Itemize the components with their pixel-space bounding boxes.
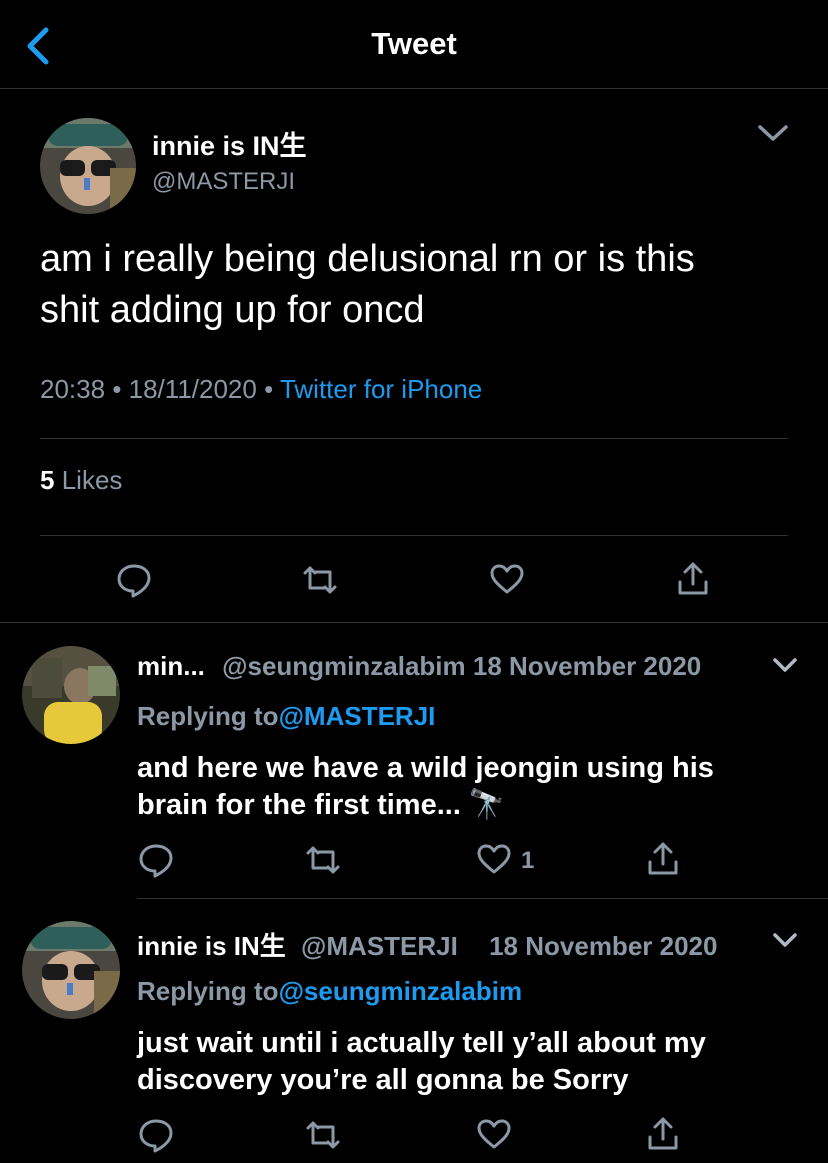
replying-label: Replying to bbox=[137, 701, 279, 731]
stats-divider bbox=[40, 535, 788, 536]
reply-text: just wait until i actually tell y’all ab… bbox=[137, 1025, 807, 1099]
retweet-icon bbox=[303, 566, 337, 594]
reply-avatar[interactable] bbox=[22, 646, 120, 744]
replying-mention-link[interactable]: @MASTERJI bbox=[279, 701, 436, 731]
likes-stat[interactable]: 5 Likes bbox=[40, 465, 122, 496]
avatar[interactable] bbox=[40, 118, 136, 214]
reply-like-count: 1 bbox=[521, 847, 535, 874]
reply-comment-button[interactable] bbox=[138, 1117, 174, 1153]
author-name[interactable]: innie is IN生 bbox=[152, 124, 307, 163]
tweet-date: 18/11/2020 bbox=[128, 374, 257, 404]
chevron-down-icon bbox=[773, 933, 797, 947]
replying-to: Replying to@MASTERJI bbox=[137, 701, 435, 732]
reply-text-line: discovery you’re all gonna be Sorry bbox=[137, 1064, 629, 1096]
reply-text-line: brain for the first time... 🔭 bbox=[137, 789, 506, 821]
reply-menu-button[interactable] bbox=[772, 931, 798, 949]
comment-icon bbox=[139, 1119, 173, 1153]
reply-text-line: just wait until i actually tell y’all ab… bbox=[137, 1027, 706, 1059]
page-title: Tweet bbox=[371, 26, 457, 61]
meta-divider bbox=[40, 438, 788, 439]
reply-author-handle[interactable]: @seungminzalabim bbox=[222, 651, 466, 681]
share-icon bbox=[648, 1117, 678, 1150]
reply-text: and here we have a wild jeongin using hi… bbox=[137, 750, 807, 824]
reply-like-button[interactable] bbox=[476, 843, 512, 875]
share-icon bbox=[648, 842, 678, 875]
replying-mention-link[interactable]: @seungminzalabim bbox=[279, 976, 523, 1006]
chevron-down-icon bbox=[773, 658, 797, 672]
retweet-icon bbox=[306, 1121, 340, 1149]
reply-divider bbox=[137, 898, 828, 899]
share-icon bbox=[678, 562, 708, 595]
author-handle[interactable]: @MASTERJI bbox=[152, 168, 295, 196]
reply-author-name[interactable]: min... bbox=[137, 651, 205, 681]
reply-header: min... @seungminzalabim 18 November 2020 bbox=[137, 651, 701, 682]
reply-date: 18 November 2020 bbox=[472, 651, 702, 681]
tweet-time: 20:38 bbox=[40, 374, 106, 404]
heart-icon bbox=[490, 564, 524, 594]
header-divider bbox=[0, 88, 828, 89]
like-button[interactable] bbox=[489, 563, 525, 595]
tweet-meta: 20:38 • 18/11/2020 • Twitter for iPhone bbox=[40, 374, 483, 404]
reply-share-button[interactable] bbox=[647, 840, 679, 876]
tweet-text-line: am i really being delusional rn or is th… bbox=[40, 238, 695, 280]
reply-share-button[interactable] bbox=[647, 1115, 679, 1151]
comment-icon bbox=[117, 564, 151, 598]
replying-to: Replying to@seungminzalabim bbox=[137, 976, 522, 1007]
share-button[interactable] bbox=[677, 560, 709, 596]
replying-label: Replying to bbox=[137, 976, 279, 1006]
likes-label: Likes bbox=[61, 465, 123, 495]
comment-button[interactable] bbox=[116, 562, 152, 598]
reply-header: innie is IN生 @MASTERJI 18 November 2020 bbox=[137, 926, 717, 963]
tweet-source-link[interactable]: Twitter for iPhone bbox=[280, 374, 482, 404]
heart-icon bbox=[477, 844, 511, 874]
reply-author-handle[interactable]: @MASTERJI bbox=[301, 931, 458, 961]
reply-retweet-button[interactable] bbox=[305, 1119, 341, 1151]
heart-icon bbox=[477, 1119, 511, 1149]
tweet-text: am i really being delusional rn or is th… bbox=[40, 234, 800, 336]
reply-avatar[interactable] bbox=[22, 921, 120, 1019]
tweet-text-line: shit adding up for oncd bbox=[40, 289, 425, 331]
reply-text-line: and here we have a wild jeongin using hi… bbox=[137, 752, 714, 784]
reply-author-name[interactable]: innie is IN生 bbox=[137, 931, 286, 961]
reply-like-button[interactable] bbox=[476, 1118, 512, 1150]
tweet-menu-button[interactable] bbox=[756, 122, 790, 144]
comment-icon bbox=[139, 844, 173, 878]
reply-date: 18 November 2020 bbox=[489, 931, 718, 961]
likes-count: 5 bbox=[40, 465, 55, 495]
reply-retweet-button[interactable] bbox=[305, 844, 341, 876]
reply-menu-button[interactable] bbox=[772, 656, 798, 674]
section-divider bbox=[0, 622, 828, 623]
reply-comment-button[interactable] bbox=[138, 842, 174, 878]
chevron-down-icon bbox=[758, 125, 788, 141]
retweet-icon bbox=[306, 846, 340, 874]
retweet-button[interactable] bbox=[302, 564, 338, 596]
